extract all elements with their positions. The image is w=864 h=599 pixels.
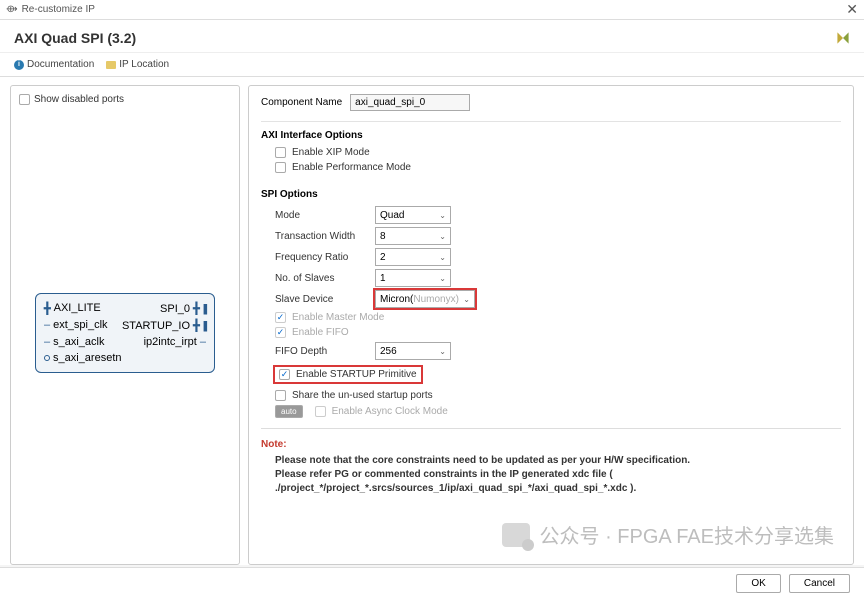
port-ip2intc: ip2intc_irpt — [144, 336, 197, 348]
nslaves-value: 1 — [380, 273, 386, 284]
dash-icon: – — [200, 336, 206, 348]
fifo-depth-value: 256 — [380, 346, 397, 357]
freq-dropdown[interactable]: 2⌄ — [375, 248, 451, 266]
titlebar: ⟴ Re-customize IP ✕ — [0, 0, 864, 20]
freq-label: Frequency Ratio — [275, 252, 375, 263]
axi-section-head: AXI Interface Options — [261, 130, 841, 141]
port-axi-lite: AXI_LITE — [54, 302, 101, 314]
chevron-down-icon: ⌄ — [439, 211, 446, 220]
enable-startup-checkbox[interactable] — [279, 369, 290, 380]
chevron-down-icon: ⌄ — [463, 295, 470, 304]
enable-async-checkbox — [315, 406, 326, 417]
documentation-link[interactable]: i Documentation — [14, 59, 94, 70]
page-title: AXI Quad SPI (3.2) — [14, 30, 136, 46]
xilinx-logo-icon — [836, 31, 850, 45]
component-name-label: Component Name — [261, 97, 342, 108]
component-name-input[interactable] — [350, 94, 470, 111]
bus-icon: ||| — [203, 303, 206, 315]
port-ext-spi-clk: ext_spi_clk — [53, 319, 107, 331]
auto-button[interactable]: auto — [275, 405, 303, 418]
main: Show disabled ports ╋AXI_LITE SPI_0 ╋ ||… — [0, 77, 864, 565]
ip-block-diagram: ╋AXI_LITE SPI_0 ╋ ||| –ext_spi_clk START… — [35, 293, 215, 373]
dash-icon: – — [44, 319, 50, 331]
mode-value: Quad — [380, 210, 404, 221]
left-panel: Show disabled ports ╋AXI_LITE SPI_0 ╋ ||… — [10, 85, 240, 565]
note-heading: Note: — [261, 439, 841, 450]
slave-device-dropdown[interactable]: Micron(Numonyx) ⌄ — [375, 290, 475, 308]
enable-perf-label: Enable Performance Mode — [292, 162, 411, 173]
port-spi0: SPI_0 — [160, 303, 190, 315]
enable-perf-checkbox[interactable] — [275, 162, 286, 173]
port-s-axi-aresetn: s_axi_aresetn — [53, 352, 122, 364]
mode-dropdown[interactable]: Quad ⌄ — [375, 206, 451, 224]
documentation-label: Documentation — [27, 59, 94, 70]
chevron-down-icon: ⌄ — [439, 347, 446, 356]
plus-icon: ╋ — [193, 320, 200, 332]
show-disabled-checkbox[interactable] — [19, 94, 30, 105]
slave-suffix: Numonyx) — [413, 294, 459, 305]
footer: OK Cancel — [0, 567, 864, 599]
slave-label: Slave Device — [275, 294, 375, 305]
port-startup-io: STARTUP_IO — [122, 320, 190, 332]
note-line-1: Please note that the core constraints ne… — [275, 454, 841, 468]
cancel-button[interactable]: Cancel — [789, 574, 850, 593]
fifo-depth-label: FIFO Depth — [275, 346, 375, 357]
ok-button[interactable]: OK — [736, 574, 780, 593]
refresh-icon: ⟴ — [6, 4, 18, 15]
bus-icon: ||| — [203, 320, 206, 332]
enable-fifo-label: Enable FIFO — [292, 327, 349, 338]
port-s-axi-aclk: s_axi_aclk — [53, 336, 104, 348]
chevron-down-icon: ⌄ — [439, 232, 446, 241]
nslaves-dropdown[interactable]: 1⌄ — [375, 269, 451, 287]
ip-location-link[interactable]: IP Location — [106, 59, 169, 70]
note-line-2: Please refer PG or commented constraints… — [275, 468, 841, 496]
window-title: Re-customize IP — [22, 4, 95, 15]
enable-async-label: Enable Async Clock Mode — [332, 406, 448, 417]
circle-icon — [44, 355, 50, 361]
folder-icon — [106, 61, 116, 69]
enable-master-label: Enable Master Mode — [292, 312, 384, 323]
toolbar: i Documentation IP Location — [0, 53, 864, 77]
right-panel: Component Name AXI Interface Options Ena… — [248, 85, 854, 565]
enable-master-checkbox — [275, 312, 286, 323]
plus-icon: ╋ — [193, 303, 200, 315]
show-disabled-ports-row[interactable]: Show disabled ports — [15, 92, 235, 107]
spi-section-head: SPI Options — [261, 189, 841, 200]
enable-xip-label: Enable XIP Mode — [292, 147, 370, 158]
freq-value: 2 — [380, 252, 386, 263]
share-startup-label: Share the un-used startup ports — [292, 390, 433, 401]
info-icon: i — [14, 60, 24, 70]
header: AXI Quad SPI (3.2) — [0, 20, 864, 53]
txw-value: 8 — [380, 231, 386, 242]
ip-location-label: IP Location — [119, 59, 169, 70]
txw-label: Transaction Width — [275, 231, 375, 242]
show-disabled-label: Show disabled ports — [34, 94, 124, 105]
chevron-down-icon: ⌄ — [439, 274, 446, 283]
mode-label: Mode — [275, 210, 375, 221]
enable-xip-checkbox[interactable] — [275, 147, 286, 158]
chevron-down-icon: ⌄ — [439, 253, 446, 262]
dash-icon: – — [44, 336, 50, 348]
enable-startup-label: Enable STARTUP Primitive — [296, 369, 417, 380]
slave-prefix: Micron( — [380, 294, 413, 305]
txw-dropdown[interactable]: 8⌄ — [375, 227, 451, 245]
nslaves-label: No. of Slaves — [275, 273, 375, 284]
close-icon[interactable]: ✕ — [846, 1, 858, 18]
plus-icon: ╋ — [44, 302, 51, 315]
share-startup-checkbox[interactable] — [275, 390, 286, 401]
fifo-depth-dropdown[interactable]: 256 ⌄ — [375, 342, 451, 360]
enable-fifo-checkbox — [275, 327, 286, 338]
